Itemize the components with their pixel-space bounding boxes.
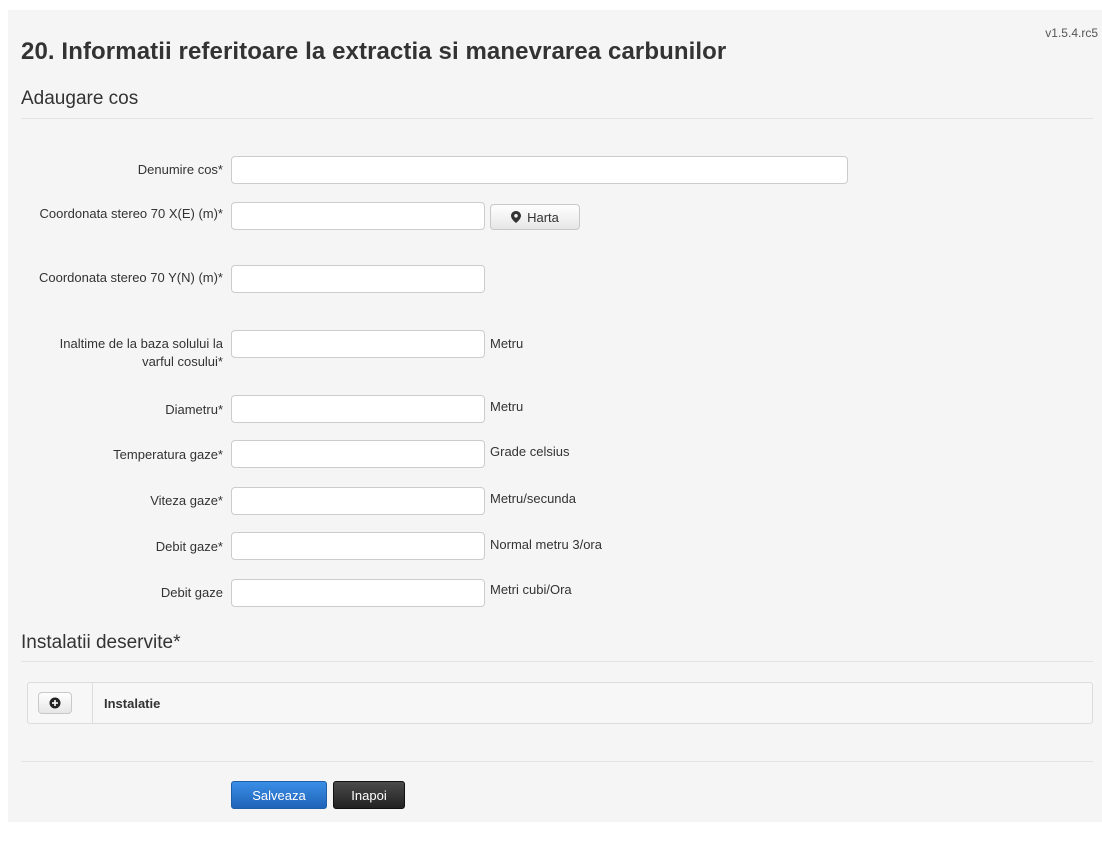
coordonata-x-input[interactable] (231, 202, 485, 230)
diametru-unit: Metru (490, 399, 524, 414)
coordonata-y-input[interactable] (231, 265, 485, 293)
denumire-cos-input[interactable] (231, 156, 848, 184)
instalatii-table: Instalatie (27, 682, 1093, 724)
temperatura-input[interactable] (231, 440, 485, 468)
inaltime-unit: Metru (490, 336, 524, 351)
debit-normal-input[interactable] (231, 532, 485, 560)
coordonata-y-label: Coordonata stereo 70 Y(N) (m)* (38, 270, 223, 285)
temperatura-unit: Grade celsius (490, 444, 570, 459)
back-button[interactable]: Inapoi (333, 781, 405, 809)
save-button[interactable]: Salveaza (231, 781, 327, 809)
add-instalatie-button[interactable] (38, 692, 72, 714)
denumire-cos-label: Denumire cos* (137, 162, 223, 177)
page-title: 20. Informatii referitoare la extractia … (21, 38, 727, 65)
diametru-label: Diametru* (165, 402, 223, 417)
debit-cubi-input[interactable] (231, 579, 485, 607)
section-divider (21, 661, 1093, 662)
diametru-input[interactable] (231, 395, 485, 423)
debit-normal-label: Debit gaze* (155, 539, 223, 554)
form-actions-divider (21, 761, 1093, 762)
table-column-divider (92, 683, 93, 723)
section-title-instalatii: Instalatii deservite* (21, 632, 181, 653)
inaltime-input[interactable] (231, 330, 485, 358)
section-divider (21, 118, 1093, 119)
harta-button[interactable]: Harta (490, 204, 580, 230)
viteza-input[interactable] (231, 487, 485, 515)
plus-circle-icon (49, 697, 61, 709)
map-marker-icon (511, 211, 522, 223)
debit-cubi-unit: Metri cubi/Ora (490, 582, 572, 597)
debit-cubi-label: Debit gaze (160, 585, 223, 600)
viteza-unit: Metru/secunda (490, 491, 576, 506)
viteza-label: Viteza gaze* (150, 493, 223, 508)
version-label: v1.5.4.rc5 (1045, 26, 1098, 40)
inaltime-label: Inaltime de la baza solului la varful co… (59, 336, 223, 369)
debit-normal-unit: Normal metru 3/ora (490, 537, 602, 552)
instalatie-column-header: Instalatie (104, 696, 161, 711)
section-title-add: Adaugare cos (21, 88, 139, 109)
coordonata-x-label: Coordonata stereo 70 X(E) (m)* (39, 206, 223, 221)
harta-button-label: Harta (527, 209, 559, 225)
temperatura-label: Temperatura gaze* (113, 447, 223, 462)
